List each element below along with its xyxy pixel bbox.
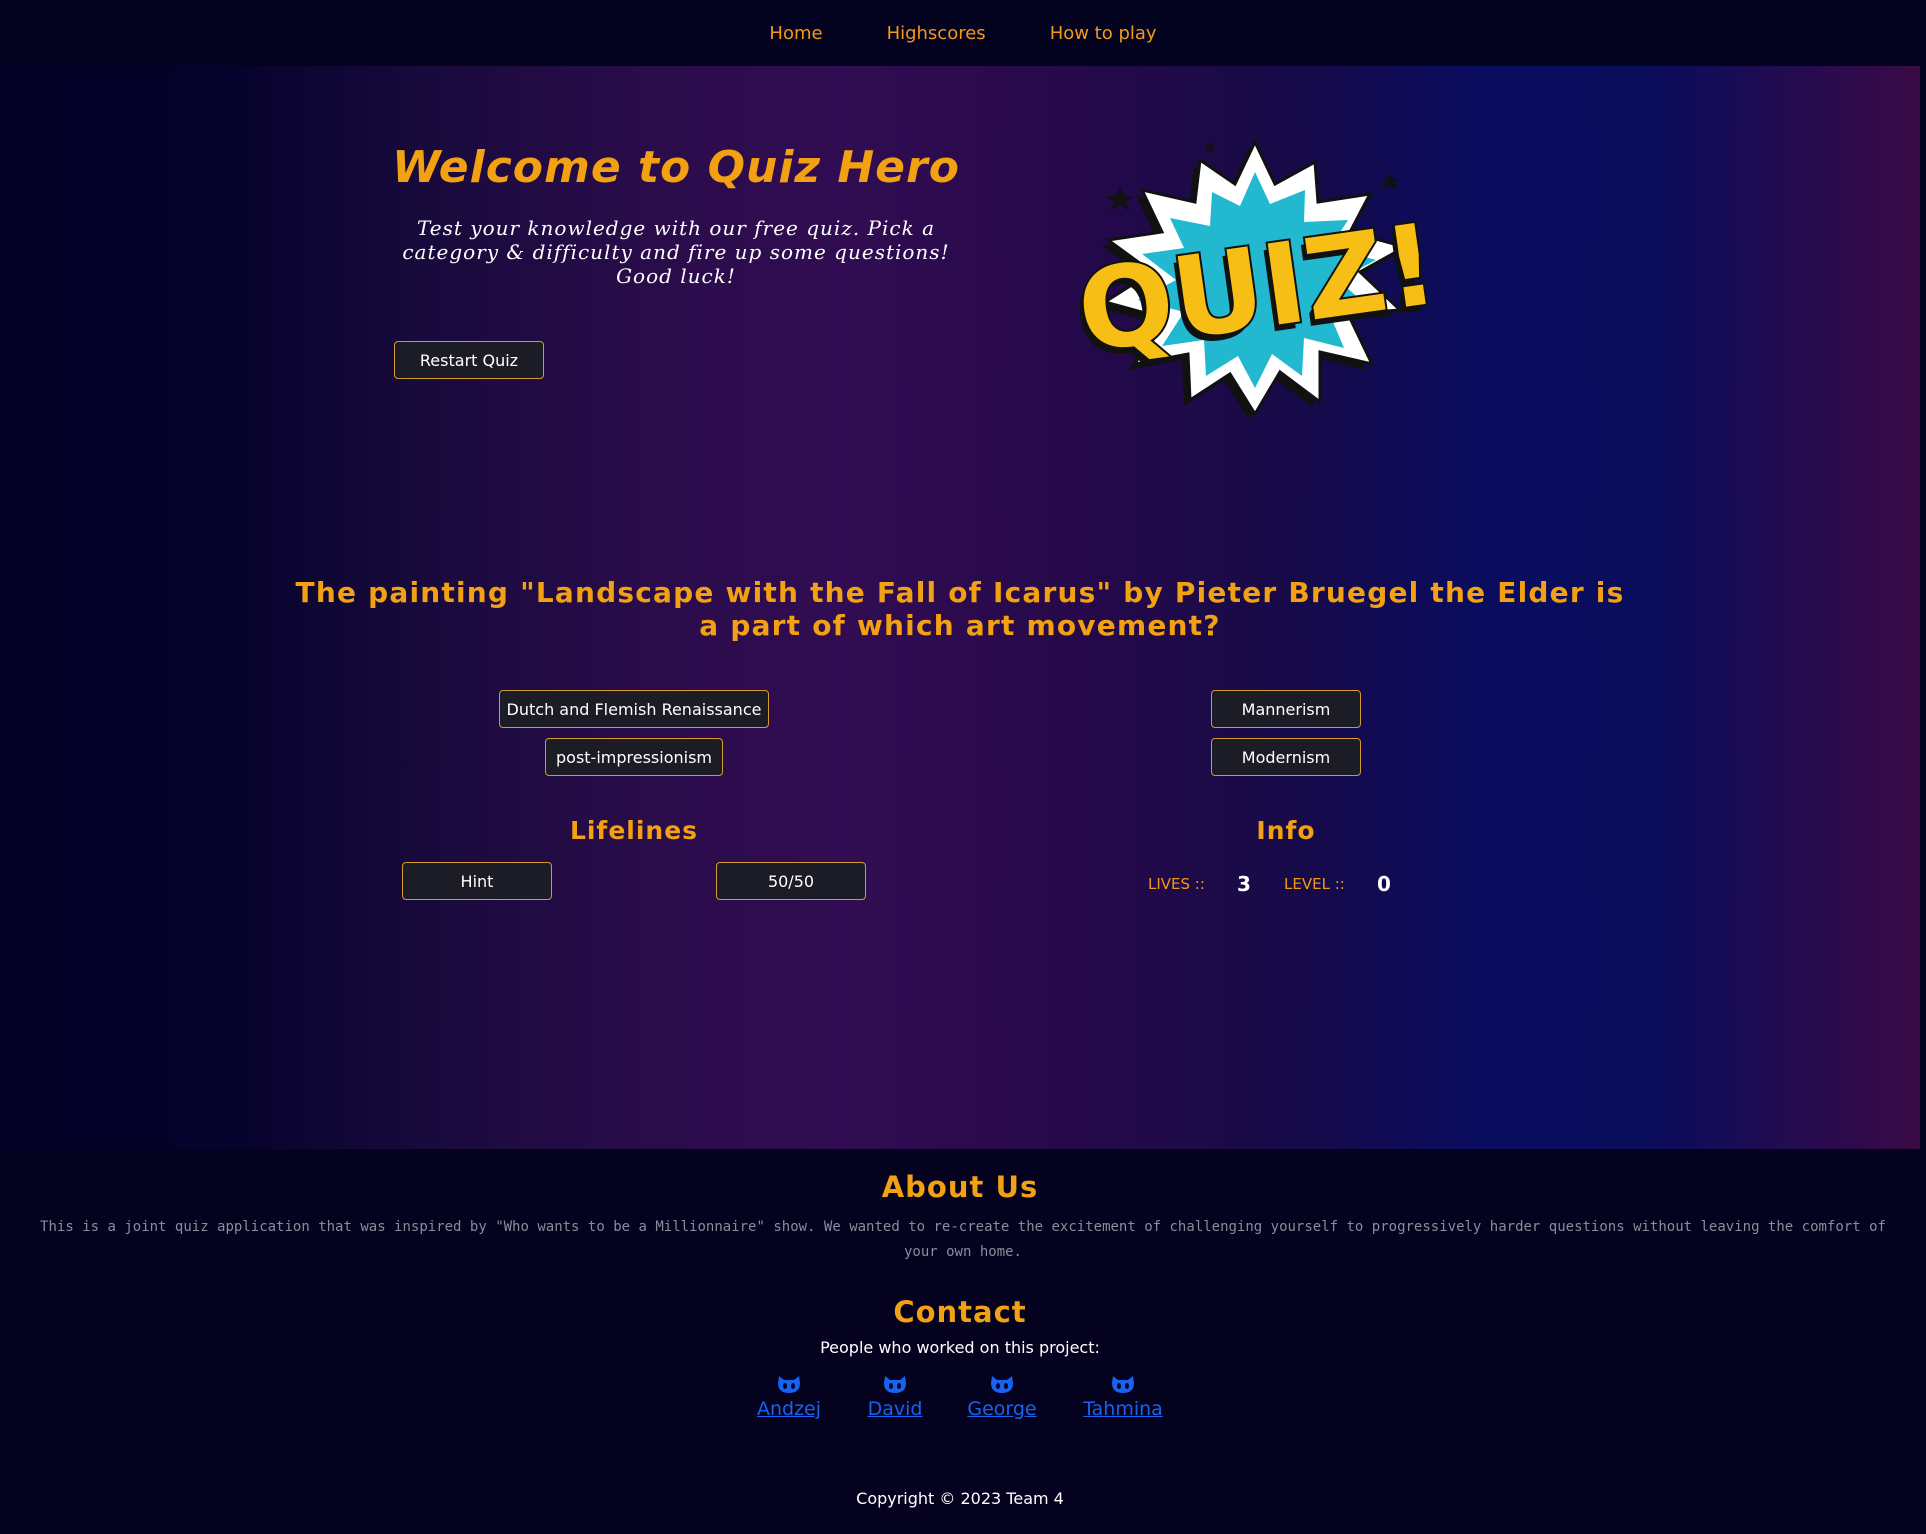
contributor-tahmina: Tahmina: [1068, 1374, 1178, 1420]
contributor-link-tahmina[interactable]: Tahmina: [1083, 1398, 1163, 1420]
answer-button-1[interactable]: Dutch and Flemish Renaissance: [499, 690, 769, 728]
lives-value: 3: [1237, 872, 1251, 896]
question-text: The painting "Landscape with the Fall of…: [295, 576, 1625, 642]
level-label: LEVEL ::: [1284, 875, 1345, 893]
fifty-fifty-button[interactable]: 50/50: [716, 862, 866, 900]
info-title: Info: [1256, 816, 1316, 845]
github-icon: [884, 1376, 906, 1393]
lifelines-title: Lifelines: [569, 816, 699, 845]
contributor-link-george[interactable]: George: [967, 1398, 1036, 1420]
lives-label: LIVES ::: [1148, 875, 1205, 893]
github-icon: [1112, 1376, 1134, 1393]
hint-button[interactable]: Hint: [402, 862, 552, 900]
copyright-text: Copyright © 2023 Team 4: [856, 1489, 1064, 1508]
top-navigation: Home Highscores How to play: [0, 0, 1926, 66]
welcome-text: Test your knowledge with our free quiz. …: [402, 216, 950, 288]
answer-button-2[interactable]: Mannerism: [1211, 690, 1361, 728]
contributor-george: George: [947, 1374, 1057, 1420]
level-value: 0: [1377, 872, 1391, 896]
contributor-link-andzej[interactable]: Andzej: [757, 1398, 821, 1420]
quiz-main-area: Welcome to Quiz Hero Test your knowledge…: [0, 66, 1920, 1149]
nav-home-link[interactable]: Home: [769, 23, 822, 44]
about-us-text: This is a joint quiz application that wa…: [40, 1219, 1886, 1260]
answer-button-4[interactable]: Modernism: [1211, 738, 1361, 776]
contact-intro-text: People who worked on this project:: [820, 1338, 1100, 1357]
answer-button-3[interactable]: post-impressionism: [545, 738, 723, 776]
contributor-link-david[interactable]: David: [868, 1398, 923, 1420]
welcome-title: Welcome to Quiz Hero: [392, 142, 960, 193]
restart-quiz-button[interactable]: Restart Quiz: [394, 341, 544, 379]
nav-highscores-link[interactable]: Highscores: [887, 23, 986, 44]
about-us-title: About Us: [881, 1170, 1039, 1204]
contact-title: Contact: [893, 1295, 1027, 1329]
nav-how-to-play-link[interactable]: How to play: [1050, 23, 1157, 44]
contributor-david: David: [840, 1374, 950, 1420]
quiz-logo-text: QUIZ!: [1080, 200, 1430, 379]
quiz-logo: QUIZ! QUIZ!: [1080, 138, 1430, 417]
contributor-andzej: Andzej: [734, 1374, 844, 1420]
github-icon: [991, 1376, 1013, 1393]
github-icon: [778, 1376, 800, 1393]
